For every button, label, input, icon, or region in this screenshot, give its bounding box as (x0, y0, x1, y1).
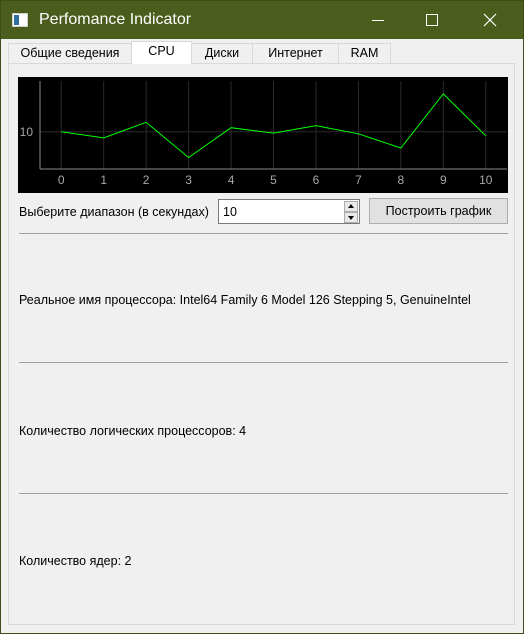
x-tick-label: 1 (100, 173, 107, 187)
divider (19, 233, 508, 234)
build-graph-button[interactable]: Построить график (369, 198, 508, 224)
x-tick-label: 8 (398, 173, 405, 187)
window-title: Perfomance Indicator (39, 11, 192, 28)
logical-processors-text: Количество логических процессоров: 4 (19, 424, 247, 438)
range-spinbox[interactable]: 10 (218, 199, 360, 224)
tab-ram-label: RAM (350, 46, 379, 60)
range-label: Выберите диапазон (в секундах) (19, 205, 209, 219)
tab-cpu-label: CPU (148, 44, 175, 58)
maximize-icon (426, 14, 438, 26)
tab-disks[interactable]: Диски (191, 43, 253, 63)
tab-general[interactable]: Общие сведения (8, 43, 132, 63)
x-tick-label: 0 (58, 173, 65, 187)
app-window: Perfomance Indicator Общие сведения CPU … (0, 0, 524, 634)
spin-up-button[interactable] (344, 201, 358, 212)
range-value: 10 (223, 205, 237, 219)
close-icon (483, 13, 497, 27)
tab-disks-label: Диски (204, 46, 240, 60)
close-button[interactable] (467, 1, 513, 39)
x-tick-label: 9 (440, 173, 447, 187)
tab-ram[interactable]: RAM (338, 43, 391, 63)
x-tick-label: 6 (313, 173, 320, 187)
app-window-icon (12, 13, 28, 27)
divider (19, 362, 508, 363)
cores-text: Количество ядер: 2 (19, 554, 132, 568)
processor-name-text: Реальное имя процессора: Intel64 Family … (19, 293, 471, 307)
maximize-button[interactable] (409, 1, 455, 39)
minimize-button[interactable] (355, 1, 401, 39)
x-tick-label: 7 (355, 173, 362, 187)
x-tick-label: 2 (143, 173, 150, 187)
y-tick-label: 10 (20, 125, 34, 139)
tab-internet[interactable]: Интернет (252, 43, 339, 63)
tab-general-label: Общие сведения (20, 46, 120, 60)
divider (19, 493, 508, 494)
tab-cpu[interactable]: CPU (131, 41, 192, 64)
minimize-icon (372, 20, 384, 21)
x-tick-label: 3 (185, 173, 192, 187)
cpu-usage-chart: 0 1 2 3 4 5 6 7 8 9 10 10 (18, 77, 508, 193)
x-tick-label: 5 (270, 173, 277, 187)
x-tick-label: 4 (228, 173, 235, 187)
title-bar[interactable]: Perfomance Indicator (1, 1, 523, 39)
tab-internet-label: Интернет (268, 46, 323, 60)
x-tick-label: 10 (479, 173, 493, 187)
cpu-tab-panel: 0 1 2 3 4 5 6 7 8 9 10 10 Выберите диапазон (в секу… (8, 63, 515, 625)
spin-down-button[interactable] (344, 212, 358, 223)
